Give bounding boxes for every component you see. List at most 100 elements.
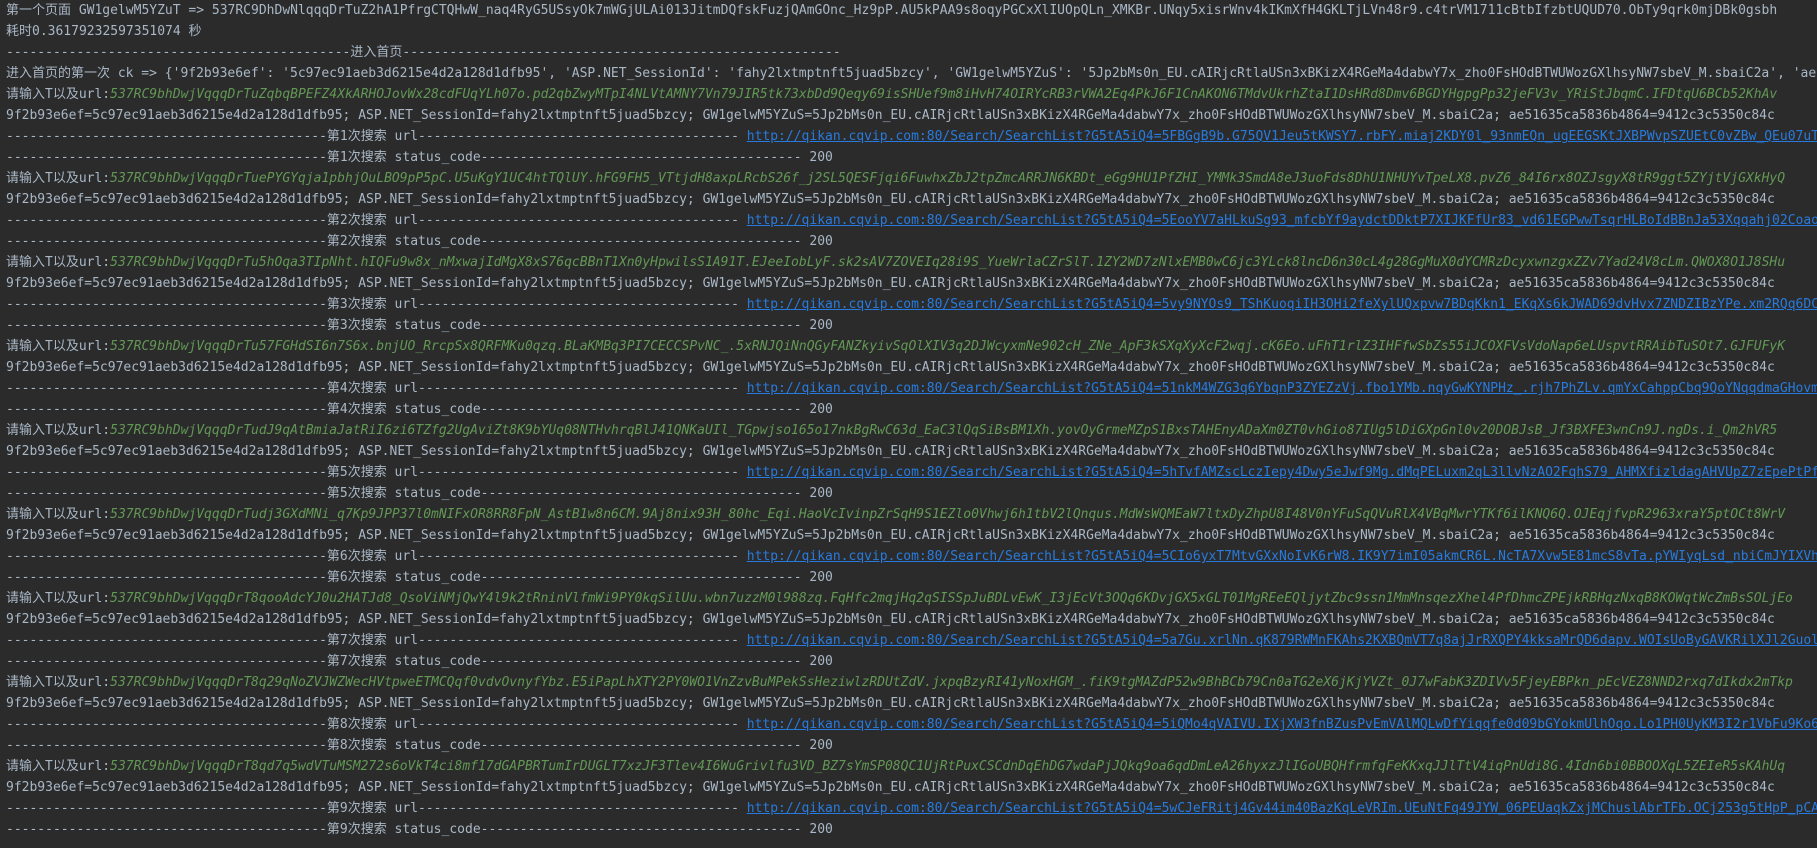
status-code-line: ----------------------------------------… [6, 147, 1817, 168]
iteration-block: 请输入T以及url:537RC9bhDwjVqqqDrT8qd7q5wdVTuM… [6, 756, 1817, 840]
input-prompt-line: 请输入T以及url:537RC9bhDwjVqqqDrTudj3GXdMNi_q… [6, 504, 1817, 525]
cookie-line: 9f2b93e6ef=5c97ec91aeb3d6215e4d2a128d1df… [6, 780, 1775, 795]
search-url-line: ----------------------------------------… [6, 378, 1817, 399]
input-prompt-label: 请输入T以及url: [6, 171, 111, 186]
status-code-value: 200 [809, 318, 833, 333]
cookie-line: 9f2b93e6ef=5c97ec91aeb3d6215e4d2a128d1df… [6, 612, 1775, 627]
search-url-line: ----------------------------------------… [6, 126, 1817, 147]
input-url-text: 537RC9bhDwjVqqqDrTudJ9qAtBmiaJatRiI6zi6T… [110, 423, 1778, 438]
status-code-line: ----------------------------------------… [6, 651, 1817, 672]
input-prompt-label: 请输入T以及url: [6, 339, 111, 354]
search-result-link[interactable]: http://qikan.cqvip.com:80/Search/SearchL… [747, 213, 1817, 228]
iteration-block: 请输入T以及url:537RC9bhDwjVqqqDrT8qooAdcYJ0u2… [6, 588, 1817, 672]
input-prompt-label: 请输入T以及url: [6, 87, 111, 102]
first-page-line: 第一个页面 GW1gelwM5YZuT => 537RC9DhDwNlqqqDr… [6, 3, 1778, 18]
cookie-line: 9f2b93e6ef=5c97ec91aeb3d6215e4d2a128d1df… [6, 696, 1775, 711]
search-url-label: ----------------------------------------… [6, 297, 739, 312]
search-url-line: ----------------------------------------… [6, 546, 1817, 567]
search-url-line: ----------------------------------------… [6, 210, 1817, 231]
cookie-line: 9f2b93e6ef=5c97ec91aeb3d6215e4d2a128d1df… [6, 276, 1775, 291]
input-url-text: 537RC9bhDwjVqqqDrT8qooAdcYJ0u2HATJd8_Qso… [110, 591, 1793, 606]
input-prompt-line: 请输入T以及url:537RC9bhDwjVqqqDrTuePYGYqja1pb… [6, 168, 1817, 189]
status-code-line: ----------------------------------------… [6, 567, 1817, 588]
first-cookie-line: 进入首页的第一次 ck => {'9f2b93e6ef': '5c97ec91a… [6, 66, 1817, 81]
status-code-label: ----------------------------------------… [6, 150, 802, 165]
iteration-block: 请输入T以及url:537RC9bhDwjVqqqDrTudJ9qAtBmiaJ… [6, 420, 1817, 504]
input-prompt-line: 请输入T以及url:537RC9bhDwjVqqqDrT8q29qNoZVJWZ… [6, 672, 1817, 693]
status-code-label: ----------------------------------------… [6, 318, 802, 333]
search-url-line: ----------------------------------------… [6, 798, 1817, 819]
search-result-link[interactable]: http://qikan.cqvip.com:80/Search/SearchL… [747, 633, 1817, 648]
search-url-line: ----------------------------------------… [6, 630, 1817, 651]
status-code-value: 200 [809, 150, 833, 165]
status-code-line: ----------------------------------------… [6, 735, 1817, 756]
search-url-line: ----------------------------------------… [6, 714, 1817, 735]
input-url-text: 537RC9bhDwjVqqqDrT8q29qNoZVJWZWecHVtpweE… [110, 675, 1793, 690]
search-url-label: ----------------------------------------… [6, 213, 739, 228]
cookie-line: 9f2b93e6ef=5c97ec91aeb3d6215e4d2a128d1df… [6, 444, 1775, 459]
iteration-block: 请输入T以及url:537RC9bhDwjVqqqDrTuePYGYqja1pb… [6, 168, 1817, 252]
search-url-label: ----------------------------------------… [6, 717, 739, 732]
status-code-value: 200 [809, 402, 833, 417]
search-result-link[interactable]: http://qikan.cqvip.com:80/Search/SearchL… [747, 465, 1817, 480]
status-code-line: ----------------------------------------… [6, 315, 1817, 336]
search-result-link[interactable]: http://qikan.cqvip.com:80/Search/SearchL… [747, 297, 1817, 312]
search-url-label: ----------------------------------------… [6, 549, 739, 564]
input-prompt-line: 请输入T以及url:537RC9bhDwjVqqqDrT8qd7q5wdVTuM… [6, 756, 1817, 777]
status-code-value: 200 [809, 234, 833, 249]
status-code-value: 200 [809, 486, 833, 501]
status-code-value: 200 [809, 738, 833, 753]
status-code-label: ----------------------------------------… [6, 570, 802, 585]
search-url-label: ----------------------------------------… [6, 129, 739, 144]
status-code-line: ----------------------------------------… [6, 231, 1817, 252]
search-url-label: ----------------------------------------… [6, 465, 739, 480]
search-url-label: ----------------------------------------… [6, 381, 739, 396]
input-prompt-label: 请输入T以及url: [6, 759, 111, 774]
input-prompt-label: 请输入T以及url: [6, 591, 111, 606]
iteration-block: 请输入T以及url:537RC9bhDwjVqqqDrT8q29qNoZVJWZ… [6, 672, 1817, 756]
status-code-line: ----------------------------------------… [6, 819, 1817, 840]
enter-home-separator: ----------------------------------------… [6, 45, 841, 60]
input-prompt-line: 请输入T以及url:537RC9bhDwjVqqqDrTu57FGHdSI6n7… [6, 336, 1817, 357]
status-code-label: ----------------------------------------… [6, 234, 802, 249]
iteration-block: 请输入T以及url:537RC9bhDwjVqqqDrTudj3GXdMNi_q… [6, 504, 1817, 588]
input-url-text: 537RC9bhDwjVqqqDrT8qd7q5wdVTuMSM272s6oVk… [110, 759, 1786, 774]
search-result-link[interactable]: http://qikan.cqvip.com:80/Search/SearchL… [747, 129, 1817, 144]
status-code-label: ----------------------------------------… [6, 822, 802, 837]
input-url-text: 537RC9bhDwjVqqqDrTu5hOqa3TIpNht.hIQFu9w8… [110, 255, 1786, 270]
search-result-link[interactable]: http://qikan.cqvip.com:80/Search/SearchL… [747, 801, 1817, 816]
input-url-text: 537RC9bhDwjVqqqDrTuePYGYqja1pbhjOuLBO9pP… [110, 171, 1786, 186]
elapsed-time-line: 耗时0.36179232597351074 秒 [6, 24, 202, 39]
search-url-line: ----------------------------------------… [6, 294, 1817, 315]
iteration-block: 请输入T以及url:537RC9bhDwjVqqqDrTu57FGHdSI6n7… [6, 336, 1817, 420]
status-code-label: ----------------------------------------… [6, 486, 802, 501]
search-result-link[interactable]: http://qikan.cqvip.com:80/Search/SearchL… [747, 717, 1817, 732]
input-prompt-line: 请输入T以及url:537RC9bhDwjVqqqDrT8qooAdcYJ0u2… [6, 588, 1817, 609]
input-url-text: 537RC9bhDwjVqqqDrTu57FGHdSI6n7S6x.bnjUO_… [110, 339, 1786, 354]
input-prompt-line: 请输入T以及url:537RC9bhDwjVqqqDrTuZqbqBPEFZ4X… [6, 84, 1817, 105]
iteration-block: 请输入T以及url:537RC9bhDwjVqqqDrTu5hOqa3TIpNh… [6, 252, 1817, 336]
cookie-line: 9f2b93e6ef=5c97ec91aeb3d6215e4d2a128d1df… [6, 108, 1775, 123]
status-code-line: ----------------------------------------… [6, 399, 1817, 420]
cookie-line: 9f2b93e6ef=5c97ec91aeb3d6215e4d2a128d1df… [6, 192, 1775, 207]
input-url-text: 537RC9bhDwjVqqqDrTudj3GXdMNi_q7Kp9JPP37l… [110, 507, 1786, 522]
search-result-link[interactable]: http://qikan.cqvip.com:80/Search/SearchL… [747, 549, 1817, 564]
search-url-label: ----------------------------------------… [6, 633, 739, 648]
status-code-label: ----------------------------------------… [6, 738, 802, 753]
search-result-link[interactable]: http://qikan.cqvip.com:80/Search/SearchL… [747, 381, 1817, 396]
iteration-block: 请输入T以及url:537RC9bhDwjVqqqDrTuZqbqBPEFZ4X… [6, 84, 1817, 168]
status-code-value: 200 [809, 654, 833, 669]
console-output: 第一个页面 GW1gelwM5YZuT => 537RC9DhDwNlqqqDr… [0, 0, 1817, 848]
status-code-line: ----------------------------------------… [6, 483, 1817, 504]
cookie-line: 9f2b93e6ef=5c97ec91aeb3d6215e4d2a128d1df… [6, 360, 1775, 375]
cookie-line: 9f2b93e6ef=5c97ec91aeb3d6215e4d2a128d1df… [6, 528, 1775, 543]
input-prompt-label: 请输入T以及url: [6, 255, 111, 270]
input-prompt-label: 请输入T以及url: [6, 507, 111, 522]
